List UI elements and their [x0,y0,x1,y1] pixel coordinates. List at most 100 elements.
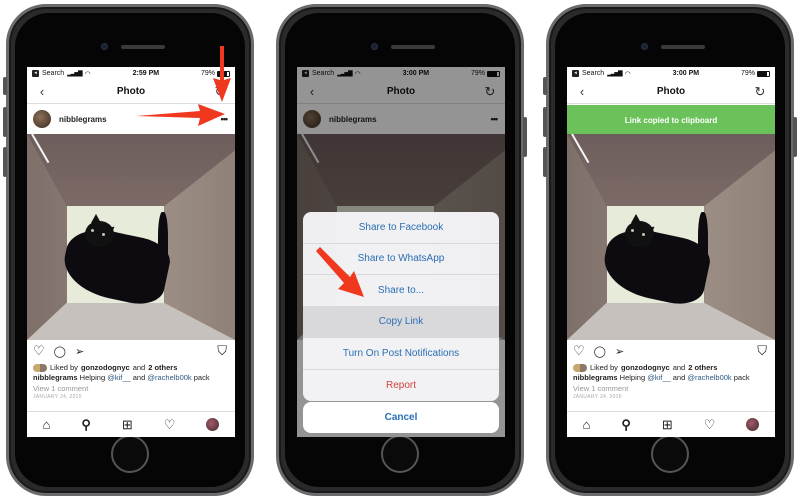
post-photo[interactable] [567,134,775,340]
liked-by-user[interactable]: gonzodognyc [81,363,130,372]
caption-text: and [670,373,688,382]
likes-line: Liked by gonzodognyc and 2 others [567,362,775,373]
mute-switch [3,77,7,95]
back-to-app-icon[interactable]: ◂ [32,70,39,77]
power-button [793,117,797,157]
comment-icon[interactable]: ◯ [54,345,66,358]
earpiece-speaker [661,45,705,49]
mention-link[interactable]: @rachelb00k [147,373,191,382]
front-camera [641,43,648,50]
annotation-arrow-down [213,46,231,102]
battery-percent: 79% [740,70,755,77]
mention-link[interactable]: @kif__ [647,373,670,382]
status-time: 3:00 PM [672,70,700,77]
chevron-left-icon[interactable]: ‹ [575,84,589,99]
caption: nibblegrams Helping @kif__ and @rachelb0… [27,373,235,384]
liker-avatars [33,363,47,372]
caption-username[interactable]: nibblegrams [33,373,78,382]
front-camera [101,43,108,50]
chevron-left-icon[interactable]: ‹ [35,84,49,99]
caption-text: and [130,373,148,382]
mute-switch [543,77,547,95]
page-title: Photo [116,86,146,97]
share-to-facebook-button[interactable]: Share to Facebook [303,212,499,244]
profile-avatar-icon[interactable] [206,418,220,431]
liked-others[interactable]: 2 others [688,363,717,372]
phone-3: ◂ Search ▂▃▅▇ ◠ 3:00 PM 79% ‹ Photo ↻ Li… [543,4,797,496]
signal-icon: ▂▃▅▇ [67,71,83,77]
back-to-app-icon[interactable]: ◂ [572,70,579,77]
battery-icon [757,70,770,77]
signal-icon: ▂▃▅▇ [607,71,623,77]
caption-username[interactable]: nibblegrams [573,373,618,382]
volume-down-button [3,147,7,177]
heart-icon[interactable]: ♡ [33,343,45,359]
annotation-arrow-diagonal [316,247,364,297]
turn-on-notifications-button[interactable]: Turn On Post Notifications [303,338,499,370]
back-to-app-label[interactable]: Search [42,70,64,77]
post-photo[interactable] [27,134,235,340]
liked-others[interactable]: 2 others [148,363,177,372]
bookmark-icon[interactable]: ⛉ [217,343,227,359]
caption-text: Helping [617,373,648,382]
post-date: JANUARY 24, 2015 [33,394,82,400]
action-sheet: Share to Facebook Share to WhatsApp Shar… [303,212,499,401]
post-username[interactable]: nibblegrams [59,115,107,124]
search-icon[interactable]: ⚲ [621,417,631,433]
status-bar: ◂ Search ▂▃▅▇ ◠ 2:59 PM 79% [27,67,235,80]
cancel-button[interactable]: Cancel [303,402,499,433]
liker-avatars [573,363,587,372]
share-icon[interactable]: ➢ [615,345,624,358]
likes-and: and [132,363,146,372]
bookmark-icon[interactable]: ⛉ [757,343,767,359]
wifi-icon: ◠ [84,70,91,78]
refresh-icon[interactable]: ↻ [753,84,767,100]
profile-avatar-icon[interactable] [746,418,760,431]
home-button[interactable] [111,435,149,473]
front-camera [371,43,378,50]
avatar[interactable] [33,110,51,128]
copy-link-button[interactable]: Copy Link [303,306,499,338]
link-copied-toast: Link copied to clipboard [567,105,775,135]
post-actions: ♡ ◯ ➢ ⛉ [27,340,235,362]
home-button[interactable] [651,435,689,473]
volume-up-button [3,107,7,137]
tab-bar: ⌂ ⚲ ⊞ ♡ [27,411,235,437]
home-icon[interactable]: ⌂ [583,417,591,432]
search-icon[interactable]: ⚲ [81,417,91,433]
back-to-app-label[interactable]: Search [582,70,604,77]
post-date: JANUARY 24, 2015 [573,394,622,400]
earpiece-speaker [391,45,435,49]
heart-icon[interactable]: ♡ [573,343,585,359]
power-button [523,117,527,157]
earpiece-speaker [121,45,165,49]
activity-heart-icon[interactable]: ♡ [164,417,176,433]
caption-text: pack [731,373,750,382]
likes-line: Liked by gonzodognyc and 2 others [27,362,235,373]
add-post-icon[interactable]: ⊞ [662,417,673,433]
view-comments-link[interactable]: View 1 comment [27,384,235,394]
report-button[interactable]: Report [303,370,499,402]
page-title: Photo [656,86,686,97]
comment-icon[interactable]: ◯ [594,345,606,358]
activity-heart-icon[interactable]: ♡ [704,417,716,433]
liked-by-user[interactable]: gonzodognyc [621,363,670,372]
volume-down-button [543,147,547,177]
screen: ◂ Search ▂▃▅▇ ◠ 3:00 PM 79% ‹ Photo ↻ Li… [567,67,775,437]
mention-link[interactable]: @rachelb00k [687,373,731,382]
tab-bar: ⌂ ⚲ ⊞ ♡ [567,411,775,437]
share-icon[interactable]: ➢ [75,345,84,358]
caption-text: Helping [77,373,108,382]
add-post-icon[interactable]: ⊞ [122,417,133,433]
view-comments-link[interactable]: View 1 comment [567,384,775,394]
wifi-icon: ◠ [624,70,631,78]
home-icon[interactable]: ⌂ [43,417,51,432]
home-button[interactable] [381,435,419,473]
mention-link[interactable]: @kif__ [107,373,130,382]
caption-text: pack [191,373,210,382]
caption: nibblegrams Helping @kif__ and @rachelb0… [567,373,775,384]
status-time: 2:59 PM [132,70,160,77]
post-actions: ♡ ◯ ➢ ⛉ [567,340,775,362]
volume-up-button [543,107,547,137]
annotation-arrow-right [136,104,225,126]
